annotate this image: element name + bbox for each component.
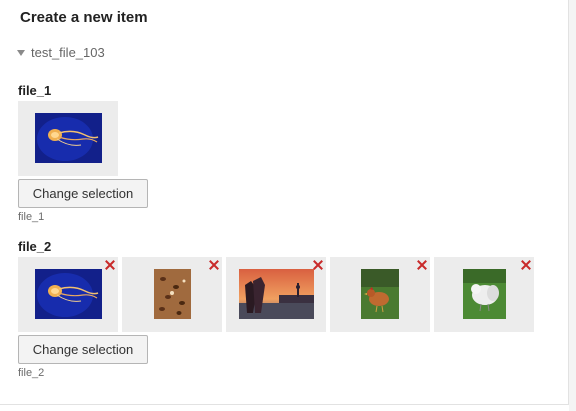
- change-selection-button-file-1[interactable]: Change selection: [18, 179, 148, 208]
- remove-x-icon[interactable]: [104, 259, 116, 271]
- chicken-white-image: [463, 269, 506, 319]
- scrollbar-track[interactable]: [569, 0, 576, 411]
- change-selection-button-file-2[interactable]: Change selection: [18, 335, 148, 364]
- jellyfish-image: [35, 113, 102, 163]
- field-label-file-1: file_1: [18, 83, 52, 98]
- image-thumbnail-chicken-brown[interactable]: [330, 257, 430, 332]
- field-label-file-2: file_2: [18, 239, 52, 254]
- remove-x-icon[interactable]: [520, 259, 532, 271]
- image-thumbnail-city-sunset[interactable]: [226, 257, 326, 332]
- jellyfish-image: [35, 269, 102, 319]
- field-hint-file-1: file_1: [18, 211, 45, 223]
- image-thumbnail-chicken-white[interactable]: [434, 257, 534, 332]
- page-title: Create a new item: [20, 9, 148, 26]
- collapse-triangle-icon: [17, 49, 25, 56]
- image-thumbnail-coffee-beans[interactable]: [122, 257, 222, 332]
- field-hint-file-2: file_2: [18, 367, 45, 379]
- chicken-brown-image: [361, 269, 399, 319]
- remove-x-icon[interactable]: [208, 259, 220, 271]
- create-item-panel: Create a new item test_file_103 file_1 C…: [0, 0, 569, 405]
- remove-x-icon[interactable]: [416, 259, 428, 271]
- group-label: test_file_103: [31, 45, 105, 60]
- image-thumbnail-jellyfish[interactable]: [18, 257, 118, 332]
- city-sunset-image: [239, 269, 314, 319]
- image-thumbnail-jellyfish[interactable]: [18, 101, 118, 176]
- remove-x-icon[interactable]: [312, 259, 324, 271]
- coffee-beans-image: [154, 269, 191, 319]
- group-toggle[interactable]: test_file_103: [17, 45, 105, 60]
